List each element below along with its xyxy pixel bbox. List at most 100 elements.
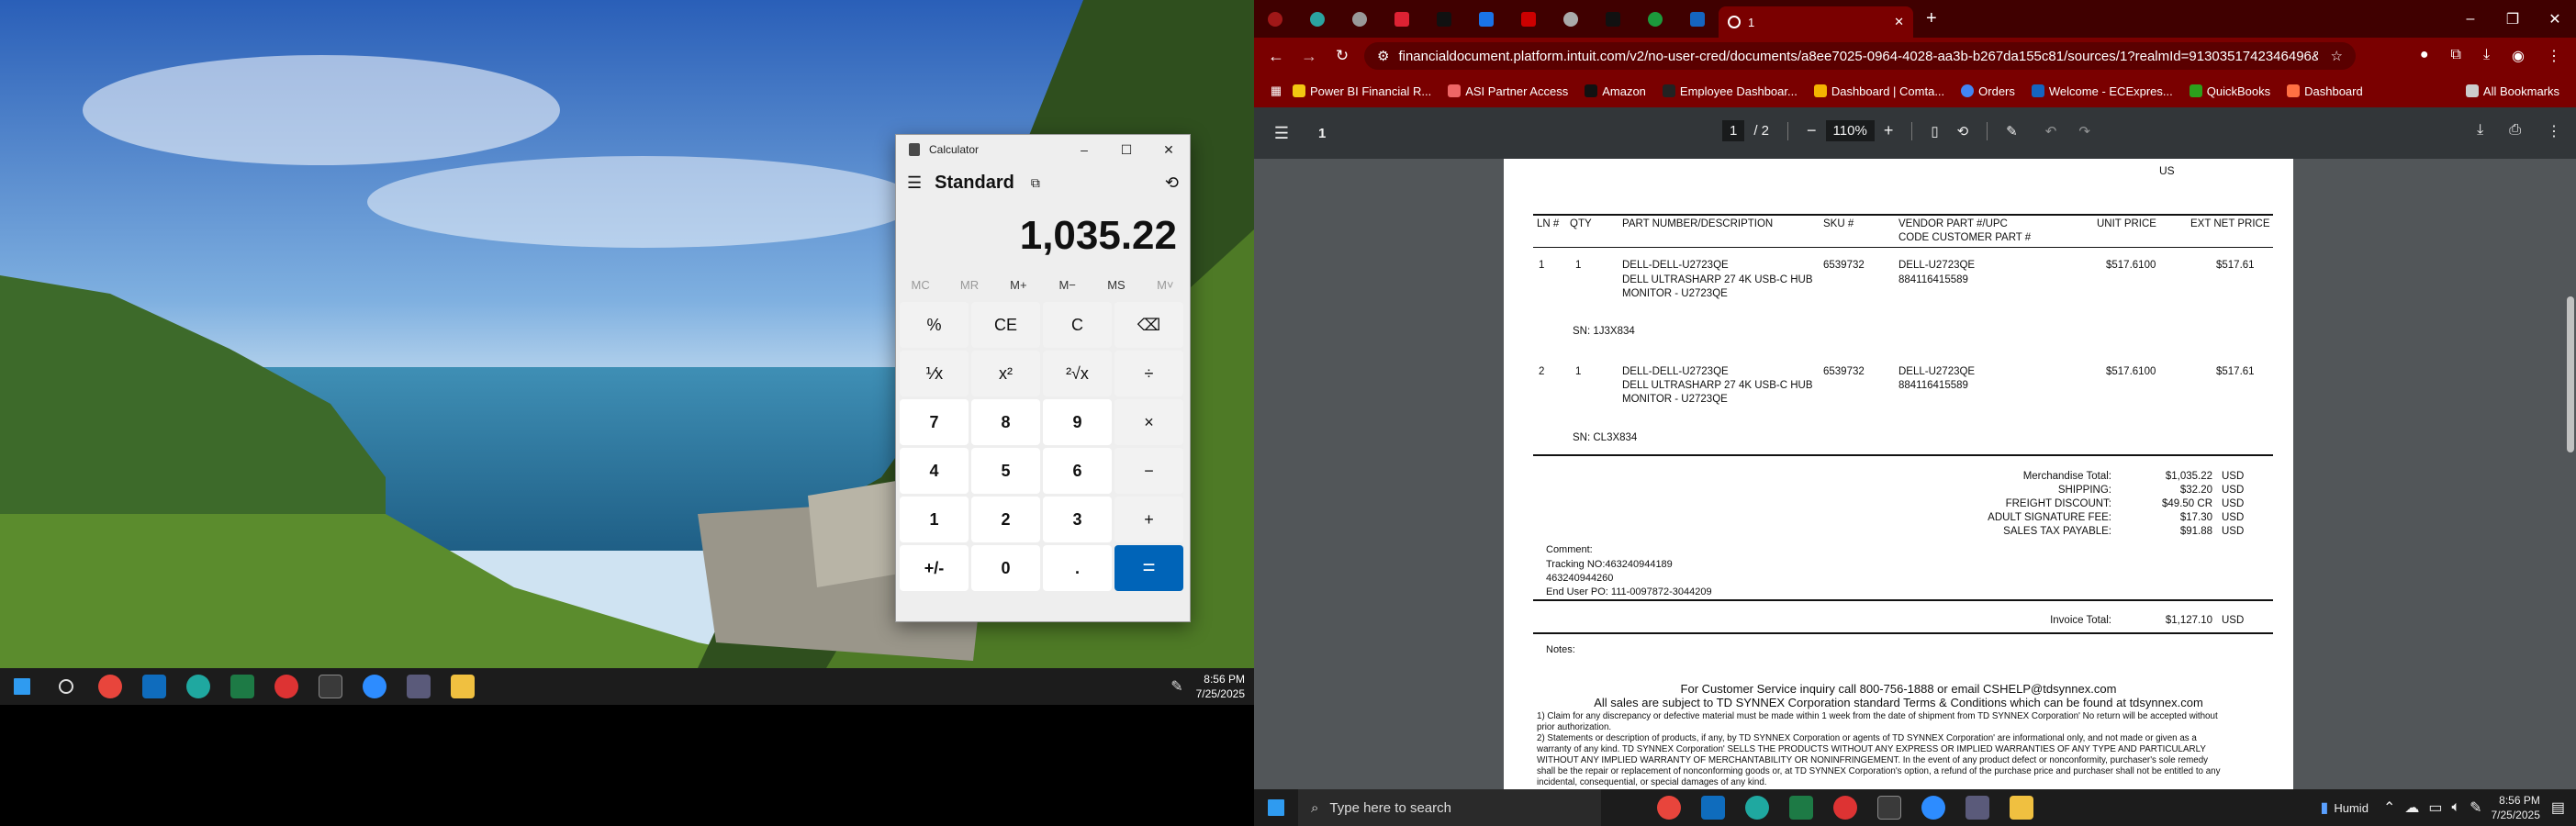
undo-icon[interactable]: ↶ [2045, 123, 2057, 140]
tab-3[interactable] [1381, 6, 1423, 33]
reciprocal-key[interactable]: ⅟x [900, 351, 969, 396]
tab-2[interactable] [1338, 6, 1381, 33]
bookmark-amazon[interactable]: Amazon [1585, 84, 1646, 98]
tab-8[interactable] [1592, 6, 1634, 33]
divide-key[interactable]: ÷ [1114, 351, 1183, 396]
calculator-taskbar-icon[interactable] [1955, 789, 1999, 826]
volume-icon[interactable]: 🔈︎ [2451, 799, 2460, 816]
memory-list-button[interactable]: M˅ [1141, 278, 1190, 292]
minimize-button[interactable]: – [1063, 135, 1105, 164]
memory-store-button[interactable]: MS [1092, 278, 1140, 292]
outlook-icon[interactable] [1691, 789, 1735, 826]
tab-search-button[interactable] [1254, 6, 1296, 33]
memory-recall-button[interactable]: MR [945, 278, 993, 292]
close-button[interactable]: ✕ [1148, 135, 1190, 164]
site-info-icon[interactable]: ⚙ [1377, 48, 1389, 64]
annotate-icon[interactable]: ✎ [2006, 123, 2018, 140]
calculator-taskbar-icon[interactable] [397, 668, 441, 705]
pdf-more-icon[interactable]: ⋮ [2547, 122, 2561, 140]
digit-2-key[interactable]: 2 [971, 497, 1040, 542]
zoom-icon[interactable] [1911, 789, 1955, 826]
clear-entry-key[interactable]: CE [971, 302, 1040, 348]
maximize-button[interactable]: ☐ [1105, 135, 1148, 164]
zoom-level-input[interactable]: 110% [1825, 120, 1875, 141]
profile-circle-icon[interactable]: ● [2420, 47, 2429, 65]
tab-active[interactable]: 1 ✕ [1719, 6, 1913, 38]
bookmark-star-icon[interactable]: ☆ [2331, 48, 2343, 64]
print-icon[interactable]: ⎙ [2509, 122, 2521, 140]
bookmark-comta-dashboard[interactable]: Dashboard | Comta... [1813, 84, 1944, 98]
rotate-icon[interactable]: ⟲ [1957, 123, 1969, 140]
right-clock[interactable]: 8:56 PM 7/25/2025 [2491, 793, 2539, 822]
weather-icon[interactable]: ▮ [2321, 798, 2329, 817]
new-tab-button[interactable]: + [1926, 8, 1937, 29]
start-button[interactable] [0, 668, 44, 705]
edge-icon[interactable] [176, 668, 220, 705]
memory-add-button[interactable]: M+ [994, 278, 1043, 292]
bookmark-ecexpress[interactable]: Welcome - ECExpres... [2031, 84, 2173, 98]
tab-7[interactable] [1550, 6, 1592, 33]
tray-chevron-icon[interactable]: ⌃ [2383, 798, 2395, 817]
digit-9-key[interactable]: 9 [1043, 399, 1112, 445]
outlook-icon[interactable] [132, 668, 176, 705]
download-icon[interactable]: ⤓ [2483, 47, 2490, 65]
all-bookmarks[interactable]: All Bookmarks [2465, 84, 2559, 98]
history-icon[interactable]: ⟲ [1165, 173, 1179, 193]
file-explorer-icon[interactable] [1999, 789, 2044, 826]
memory-clear-button[interactable]: MC [896, 278, 945, 292]
pen-icon[interactable]: ✎ [2470, 798, 2481, 817]
backspace-key[interactable]: ⌫ [1114, 302, 1183, 348]
excel-icon[interactable] [1779, 789, 1823, 826]
chrome-icon[interactable] [1647, 789, 1691, 826]
onedrive-icon[interactable]: ☁ [2404, 798, 2419, 817]
decimal-key[interactable]: . [1043, 545, 1112, 591]
redo-icon[interactable]: ↷ [2078, 123, 2090, 140]
app-icon[interactable] [1867, 789, 1911, 826]
weather-text[interactable]: Humid [2334, 801, 2369, 815]
zoom-in-icon[interactable]: + [1884, 121, 1894, 140]
hamburger-menu-icon[interactable]: ☰ [907, 173, 922, 193]
page-number-input[interactable]: 1 [1722, 120, 1745, 141]
tab-10[interactable] [1676, 6, 1719, 33]
negate-key[interactable]: +/- [900, 545, 969, 591]
digit-6-key[interactable]: 6 [1043, 448, 1112, 494]
account-icon[interactable]: ◉ [2512, 47, 2525, 65]
square-root-key[interactable]: ²√x [1043, 351, 1112, 396]
pen-icon[interactable]: ✎ [1170, 677, 1182, 696]
notification-icon[interactable]: ▤ [2551, 798, 2565, 817]
bookmark-dashboard[interactable]: Dashboard [2287, 84, 2363, 98]
zoom-out-icon[interactable]: − [1807, 121, 1817, 140]
digit-1-key[interactable]: 1 [900, 497, 969, 542]
left-clock[interactable]: 8:56 PM 7/25/2025 [1196, 672, 1245, 701]
zoom-icon[interactable] [353, 668, 397, 705]
close-button[interactable]: ✕ [2534, 10, 2576, 28]
digit-4-key[interactable]: 4 [900, 448, 969, 494]
tab-6[interactable] [1507, 6, 1550, 33]
digit-5-key[interactable]: 5 [971, 448, 1040, 494]
apps-icon[interactable]: ▦ [1260, 84, 1293, 98]
tab-5[interactable] [1465, 6, 1507, 33]
maximize-button[interactable]: ❐ [2492, 10, 2534, 28]
pdf-scrollbar[interactable] [2567, 296, 2574, 452]
close-tab-icon[interactable]: ✕ [1894, 15, 1904, 29]
network-icon[interactable]: ▭ [2428, 798, 2442, 817]
extensions-icon[interactable]: ⧉ [2451, 47, 2461, 65]
bookmark-orders[interactable]: Orders [1961, 84, 2015, 98]
bookmark-asi[interactable]: ASI Partner Access [1448, 84, 1568, 98]
forward-icon[interactable]: → [1293, 47, 1326, 66]
back-icon[interactable]: ← [1260, 47, 1293, 66]
bookmark-quickbooks[interactable]: QuickBooks [2189, 84, 2270, 98]
pdf-menu-icon[interactable]: ☰ [1263, 124, 1300, 143]
edge-icon[interactable] [1735, 789, 1779, 826]
multiply-key[interactable]: × [1114, 399, 1183, 445]
url-field[interactable]: ⚙ financialdocument.platform.intuit.com/… [1364, 42, 2356, 70]
menu-icon[interactable]: ⋮ [2547, 47, 2561, 65]
excel-icon[interactable] [220, 668, 264, 705]
start-button[interactable] [1254, 789, 1298, 826]
fit-page-icon[interactable]: ▯ [1931, 123, 1938, 140]
plus-key[interactable]: + [1114, 497, 1183, 542]
keep-on-top-icon[interactable]: ⧉ [1031, 175, 1040, 191]
digit-7-key[interactable]: 7 [900, 399, 969, 445]
chrome-icon[interactable] [88, 668, 132, 705]
tab-4[interactable] [1423, 6, 1465, 33]
